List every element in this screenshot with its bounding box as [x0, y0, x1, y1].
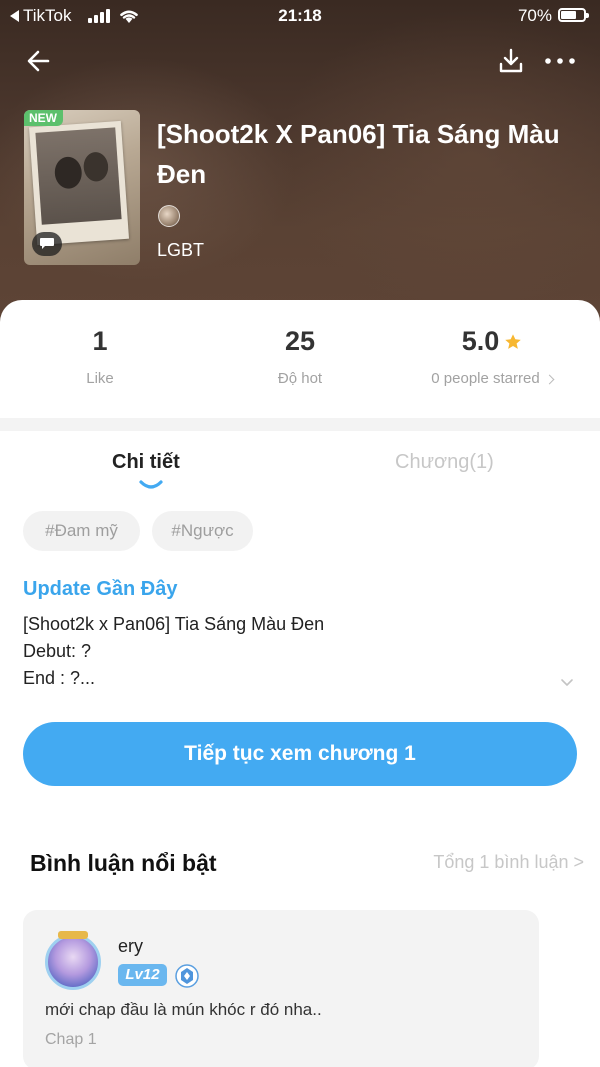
stat-likes: 1 Like	[0, 326, 200, 387]
section-divider	[0, 418, 600, 431]
comment-bubble-icon	[32, 232, 62, 256]
more-dots-icon[interactable]	[542, 46, 578, 76]
level-badge: Lv12	[118, 964, 167, 986]
tab-chapters[interactable]: Chương(1)	[395, 451, 494, 474]
tab-details[interactable]: Chi tiết	[112, 451, 180, 474]
status-bar: TikTok 21:18 70%	[0, 0, 600, 32]
chevron-right-icon	[544, 374, 555, 384]
book-title: [Shoot2k X Pan06] Tia Sáng Màu Đen	[157, 119, 560, 189]
stat-hot: 25 Độ hot	[200, 326, 400, 387]
update-heading: Update Gần Đây	[23, 578, 178, 600]
rating-value: 5.0	[461, 326, 500, 356]
author-avatar[interactable]	[158, 205, 180, 227]
battery-percent: 70%	[517, 6, 552, 25]
book-genre[interactable]: LGBT	[157, 240, 204, 261]
book-header: TikTok 21:18 70% NEW [Shoot2k X Pan06] T…	[0, 0, 600, 330]
description-line: Debut: ?	[23, 641, 92, 661]
download-icon[interactable]	[496, 46, 526, 76]
status-time: 21:18	[278, 6, 322, 25]
description-line: [Shoot2k x Pan06] Tia Sáng Màu Đen	[23, 614, 325, 634]
continue-reading-button[interactable]: Tiếp tục xem chương 1	[23, 722, 577, 786]
hot-label: Độ hot	[277, 370, 323, 387]
all-comments-link[interactable]: Tổng 1 bình luận >	[433, 852, 584, 873]
book-cover[interactable]: NEW	[24, 110, 140, 265]
description-line: End : ?...	[23, 668, 96, 688]
likes-label: Like	[86, 370, 114, 387]
new-badge: NEW	[24, 110, 63, 126]
comment-username[interactable]: ery	[118, 936, 143, 957]
arrow-left-icon[interactable]	[22, 44, 56, 78]
cover-art	[28, 120, 130, 246]
stat-rating[interactable]: 5.0 0 people starred	[392, 326, 592, 387]
rating-label: 0 people starred	[431, 370, 540, 387]
likes-count: 1	[92, 326, 108, 356]
comment-text: mới chap đầu là mún khóc r đó nha..	[45, 1000, 322, 1019]
star-icon	[505, 333, 522, 349]
comment-chapter: Chap 1	[45, 1031, 97, 1048]
chevron-down-icon[interactable]	[560, 676, 574, 690]
stats-card: 1 Like 25 Độ hot 5.0 0 people starred	[0, 300, 600, 418]
avatar[interactable]	[45, 931, 101, 990]
featured-comments-title: Bình luận nổi bật	[30, 850, 217, 876]
comment-card[interactable]: ery Lv12 mới chap đầu là mún khóc r đó n…	[23, 910, 539, 1067]
tab-active-indicator	[139, 480, 163, 489]
tag-dam-my[interactable]: #Đam mỹ	[23, 511, 140, 551]
battery-icon	[558, 8, 589, 22]
tag-nguoc[interactable]: #Ngược	[152, 511, 253, 551]
tier-badge-icon	[175, 964, 199, 988]
hot-count: 25	[284, 326, 316, 356]
